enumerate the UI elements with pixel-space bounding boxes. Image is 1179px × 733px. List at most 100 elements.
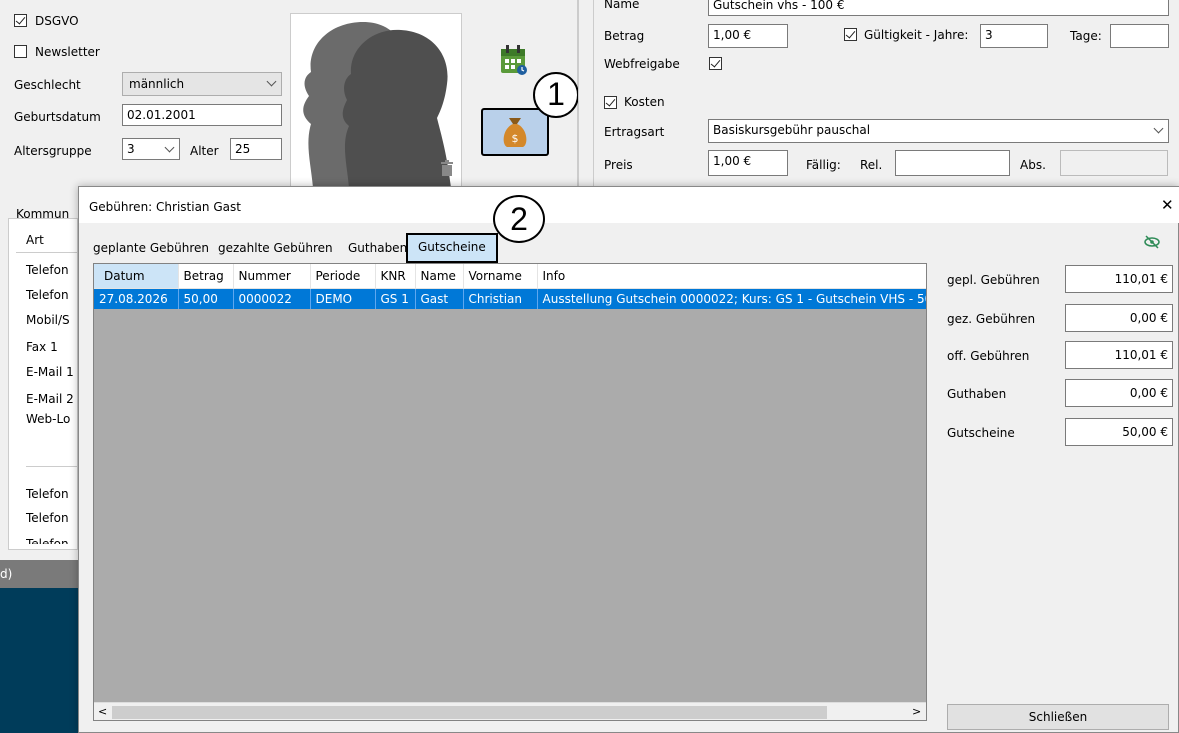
tab-guthaben[interactable]: Guthaben [342, 236, 413, 260]
svg-text:$: $ [512, 132, 519, 145]
list-item[interactable]: Telefon [26, 486, 69, 502]
altersgruppe-select[interactable]: 3 [122, 138, 180, 160]
abs-input[interactable] [1060, 150, 1168, 176]
abs-label: Abs. [1020, 158, 1046, 172]
kosten-checkbox[interactable] [604, 96, 617, 109]
column-header-knr[interactable]: KNR [375, 264, 416, 289]
gutscheine-grid[interactable]: Datum Betrag Nummer Periode KNR Name Vor… [93, 263, 927, 721]
column-header-periode[interactable]: Periode [310, 264, 376, 289]
tab-kommunikation[interactable]: Kommun [16, 206, 69, 222]
scrollbar-thumb[interactable] [112, 706, 827, 719]
scroll-right-arrow[interactable]: > [912, 704, 921, 720]
altersgruppe-value: 3 [127, 142, 135, 156]
list-divider [26, 466, 78, 467]
list-item[interactable]: Telefon [26, 262, 69, 278]
dialog-titlebar[interactable] [79, 187, 1179, 223]
tab-gezahlte-gebuehren[interactable]: gezahlte Gebühren [212, 236, 339, 260]
tab-geplante-gebuehren[interactable]: geplante Gebühren [87, 236, 215, 260]
rel-label: Rel. [860, 158, 883, 172]
gebuehren-button[interactable]: $ [481, 108, 549, 156]
close-icon[interactable]: ✕ [1161, 197, 1174, 213]
calendar-icon[interactable] [499, 44, 529, 76]
gueltigkeit-jahre-input[interactable]: 3 [980, 24, 1048, 48]
gepl-gebuehren-label: gepl. Gebühren [947, 273, 1040, 287]
gutscheine-table: Datum Betrag Nummer Periode KNR Name Vor… [94, 264, 926, 309]
gepl-gebuehren-value: 110,01 € [1065, 265, 1173, 293]
guthaben-label: Guthaben [947, 387, 1007, 401]
altersgruppe-label: Altersgruppe [14, 144, 92, 158]
dsgvo-label: DSGVO [35, 14, 79, 28]
geschlecht-value: männlich [129, 77, 185, 91]
table-row[interactable]: 27.08.2026 50,00 0000022 DEMO GS 1 Gast … [94, 288, 926, 309]
list-item[interactable]: Mobil/S [26, 312, 70, 328]
tage-input[interactable] [1110, 24, 1169, 48]
column-header-datum[interactable]: Datum [94, 264, 179, 289]
newsletter-checkbox[interactable] [14, 45, 27, 58]
chevron-down-icon [1153, 123, 1164, 134]
list-item[interactable]: Fax 1 [26, 339, 58, 355]
cell-name: Gast [415, 288, 464, 309]
scroll-left-arrow[interactable]: < [98, 704, 107, 720]
window-divider [578, 0, 594, 186]
preis-input[interactable]: 1,00 € [708, 150, 788, 176]
list-item[interactable]: Telefon [26, 287, 69, 303]
photo-frame[interactable] [290, 13, 462, 187]
callout-one: 1 [533, 72, 579, 118]
tage-label: Tage: [1070, 29, 1102, 43]
kosten-label: Kosten [624, 95, 665, 109]
off-gebuehren-label: off. Gebühren [947, 349, 1030, 363]
dialog-title: Gebühren: Christian Gast [89, 200, 241, 214]
tab-gutscheine[interactable]: Gutscheine [406, 233, 498, 263]
column-header-name[interactable]: Name [415, 264, 464, 289]
eye-slash-icon[interactable] [1143, 235, 1161, 249]
gutscheine-label: Gutscheine [947, 426, 1015, 440]
column-header-nummer[interactable]: Nummer [233, 264, 311, 289]
gueltigkeit-checkbox[interactable] [844, 28, 857, 41]
trash-icon[interactable] [440, 160, 454, 176]
betrag-input[interactable]: 1,00 € [708, 24, 788, 48]
taskbar [0, 588, 78, 733]
chevron-down-icon [266, 76, 277, 87]
column-header-betrag[interactable]: Betrag [178, 264, 234, 289]
horizontal-scrollbar[interactable]: < > [94, 702, 926, 720]
callout-two: 2 [493, 195, 545, 243]
gueltigkeit-label: Gültigkeit - Jahre: [864, 28, 969, 42]
list-item[interactable]: E-Mail 2 [26, 391, 74, 407]
faellig-label: Fällig: [806, 158, 841, 172]
rel-input[interactable] [895, 150, 1010, 176]
ertragsart-select[interactable]: Basiskursgebühr pauschal [708, 119, 1169, 143]
gutscheine-value: 50,00 € [1065, 418, 1173, 446]
cell-knr: GS 1 [375, 288, 416, 309]
alter-label: Alter [190, 144, 219, 158]
webfreigabe-checkbox[interactable] [709, 57, 722, 70]
column-header-vorname[interactable]: Vorname [463, 264, 538, 289]
gebuehren-dialog: Gebühren: Christian Gast ✕ geplante Gebü… [78, 186, 1179, 733]
schliessen-button[interactable]: Schließen [947, 704, 1169, 730]
avatar [303, 22, 451, 186]
list-item[interactable]: E-Mail 1 [26, 364, 74, 380]
list-item[interactable]: Telefon [26, 510, 69, 526]
cell-datum: 27.08.2026 [94, 288, 179, 309]
ertragsart-value: Basiskursgebühr pauschal [713, 123, 871, 137]
guthaben-value: 0,00 € [1065, 379, 1173, 407]
art-column-header: Art [26, 233, 44, 247]
newsletter-label: Newsletter [35, 45, 100, 59]
art-header-line [16, 252, 78, 253]
geburtsdatum-input[interactable]: 02.01.2001 [122, 104, 282, 126]
name-input[interactable]: Gutschein vhs - 100 € [708, 0, 1169, 16]
geschlecht-label: Geschlecht [14, 78, 81, 92]
money-bag-icon: $ [503, 118, 527, 147]
dsgvo-checkbox[interactable] [14, 14, 27, 27]
gez-gebuehren-value: 0,00 € [1065, 304, 1173, 332]
cell-periode: DEMO [310, 288, 376, 309]
list-item[interactable]: Web-Lo [26, 411, 70, 427]
status-text: d) [0, 567, 13, 581]
column-header-info[interactable]: Info [537, 264, 926, 289]
status-bar: d) [0, 560, 78, 588]
alter-input[interactable]: 25 [230, 138, 282, 160]
gez-gebuehren-label: gez. Gebühren [947, 312, 1036, 326]
cell-nummer: 0000022 [233, 288, 311, 309]
geschlecht-select[interactable]: männlich [122, 72, 282, 96]
list-item[interactable]: Telefon [26, 536, 69, 544]
table-header-row: Datum Betrag Nummer Periode KNR Name Vor… [94, 264, 926, 289]
